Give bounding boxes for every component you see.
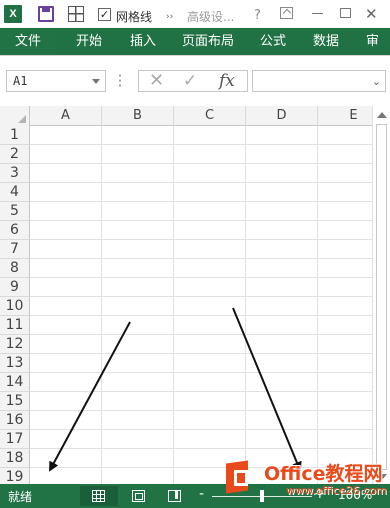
tab-insert[interactable]: 插入: [130, 28, 156, 55]
normal-view-icon: [92, 490, 105, 502]
scroll-up-icon[interactable]: [377, 112, 387, 118]
row-header[interactable]: 17: [0, 430, 30, 449]
tab-formulas[interactable]: 公式: [260, 28, 286, 55]
row-header[interactable]: 3: [0, 164, 30, 183]
office-logo-icon: [226, 460, 258, 494]
row-gridline: [30, 163, 372, 164]
gridlines-checkbox[interactable]: ✓: [98, 8, 111, 21]
vertical-scrollbar[interactable]: [372, 106, 390, 484]
row-gridline: [30, 391, 372, 392]
row-gridline: [30, 258, 372, 259]
formula-bar-splitter[interactable]: [119, 73, 121, 87]
row-header[interactable]: 4: [0, 183, 30, 202]
row-gridline: [30, 277, 372, 278]
table-grid-icon[interactable]: [68, 6, 84, 22]
row-header[interactable]: 11: [0, 316, 30, 335]
ribbon-tabs: 文件 开始 插入 页面布局 公式 数据 审: [0, 28, 390, 55]
row-header[interactable]: 18: [0, 449, 30, 468]
close-icon[interactable]: ✕: [365, 4, 378, 24]
expand-formula-bar-icon[interactable]: ⌄: [372, 75, 381, 88]
row-gridline: [30, 334, 372, 335]
row-header[interactable]: 5: [0, 202, 30, 221]
save-icon[interactable]: [38, 6, 54, 22]
tab-home[interactable]: 开始: [76, 28, 102, 55]
row-header[interactable]: 19: [0, 468, 30, 484]
cancel-icon[interactable]: ✕: [149, 71, 164, 91]
row-gridline: [30, 448, 372, 449]
row-header[interactable]: 16: [0, 411, 30, 430]
row-header[interactable]: 10: [0, 297, 30, 316]
column-header[interactable]: A: [30, 106, 102, 126]
more-commands-icon[interactable]: ››: [166, 7, 173, 27]
tab-data[interactable]: 数据: [313, 28, 339, 55]
row-gridline: [30, 353, 372, 354]
row-gridline: [30, 429, 372, 430]
row-gridline: [30, 296, 372, 297]
column-header[interactable]: C: [174, 106, 246, 126]
help-button[interactable]: ?: [254, 5, 261, 25]
zoom-out-button[interactable]: -: [199, 486, 204, 502]
ribbon-display-options-icon[interactable]: [280, 7, 293, 19]
row-header[interactable]: 1: [0, 126, 30, 145]
quick-access-toolbar: X ✓ 网格线 ›› 高级设... ? ✕: [0, 0, 390, 28]
tab-file[interactable]: 文件: [0, 28, 56, 55]
column-gridline: [317, 126, 318, 484]
worksheet-grid[interactable]: ABCDE 1 2 3 4 5 6 7 8 9 10 11 12 13 14 15 16 17 18 19: [0, 106, 372, 484]
row-gridline: [30, 315, 372, 316]
row-header[interactable]: 9: [0, 278, 30, 297]
column-gridline: [173, 126, 174, 484]
watermark: Office教程网 www.office26.com: [226, 458, 387, 498]
maximize-icon[interactable]: [340, 8, 351, 18]
formula-buttons: ✕ ✓ fx: [138, 70, 248, 92]
row-gridline: [30, 182, 372, 183]
row-header[interactable]: 6: [0, 221, 30, 240]
excel-icon: X: [4, 5, 22, 23]
row-gridline: [30, 410, 372, 411]
tab-review[interactable]: 审: [366, 28, 379, 55]
row-gridline: [30, 201, 372, 202]
page-break-view-button[interactable]: [156, 486, 194, 506]
name-box[interactable]: A1: [6, 70, 106, 92]
advanced-settings-button[interactable]: 高级设...: [187, 6, 234, 26]
formula-bar: A1 ✕ ✓ fx ⌄: [0, 56, 390, 106]
row-header[interactable]: 7: [0, 240, 30, 259]
page-break-icon: [168, 490, 181, 502]
status-text: 就绪: [8, 490, 33, 504]
watermark-url: www.office26.com: [286, 484, 387, 497]
select-all-button[interactable]: [0, 106, 30, 126]
excel-logo-letter: X: [9, 8, 17, 20]
column-header[interactable]: D: [246, 106, 318, 126]
row-header[interactable]: 13: [0, 354, 30, 373]
column-header[interactable]: E: [318, 106, 372, 126]
enter-icon[interactable]: ✓: [183, 71, 197, 91]
row-gridline: [30, 144, 372, 145]
tab-page-layout[interactable]: 页面布局: [182, 28, 234, 55]
row-gridline: [30, 239, 372, 240]
row-header[interactable]: 2: [0, 145, 30, 164]
column-header[interactable]: B: [102, 106, 174, 126]
watermark-title: Office教程网: [264, 463, 383, 485]
column-gridline: [245, 126, 246, 484]
row-header[interactable]: 12: [0, 335, 30, 354]
normal-view-button[interactable]: [80, 486, 118, 506]
page-layout-icon: [132, 490, 145, 502]
insert-function-icon[interactable]: fx: [219, 71, 235, 91]
row-header[interactable]: 8: [0, 259, 30, 278]
row-gridline: [30, 220, 372, 221]
gridlines-label: 网格线: [116, 9, 153, 24]
formula-input[interactable]: ⌄: [252, 70, 386, 92]
name-box-value: A1: [13, 74, 28, 88]
scrollbar-thumb[interactable]: [376, 124, 387, 470]
page-layout-view-button[interactable]: [120, 486, 158, 506]
row-gridline: [30, 372, 372, 373]
chevron-down-icon[interactable]: [92, 79, 100, 84]
minimize-icon[interactable]: [312, 13, 323, 14]
row-header[interactable]: 15: [0, 392, 30, 411]
checkmark-icon: ✓: [99, 8, 110, 21]
column-gridline: [101, 126, 102, 484]
row-header[interactable]: 14: [0, 373, 30, 392]
